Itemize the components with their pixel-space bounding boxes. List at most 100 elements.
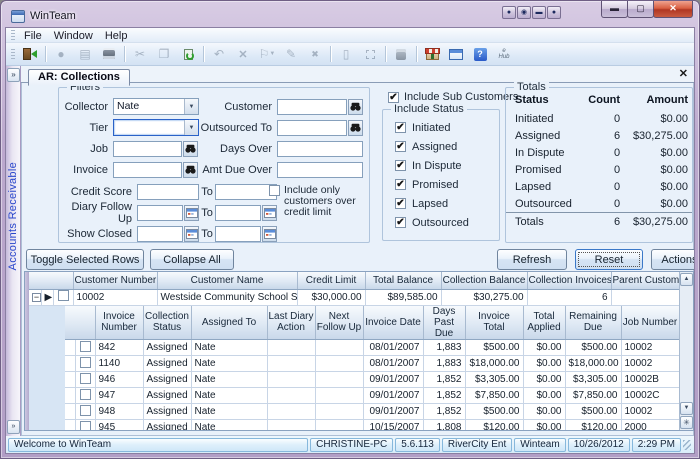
customer-col-credit-limit[interactable]: Credit Limit — [297, 272, 365, 289]
invoice-col-last-diary-action[interactable]: Last Diary Action — [267, 306, 315, 340]
invoice-cell-10[interactable]: 10002 — [621, 404, 679, 420]
exit-icon[interactable] — [19, 45, 41, 64]
customer-col-customer-number[interactable]: Customer Number — [73, 272, 157, 289]
job-lookup-button[interactable] — [183, 141, 198, 157]
collector-dropdown[interactable]: Nate ▼ — [113, 98, 199, 115]
status-checkbox-promised[interactable]: ✔ — [395, 179, 406, 190]
grid-vertical-scrollbar[interactable]: ▲ ▼ ✳ — [679, 272, 693, 430]
invoice-col-job-number[interactable]: Job Number — [621, 306, 679, 340]
invoice-col-remaining-due[interactable]: Remaining Due — [565, 306, 621, 340]
ehub-icon[interactable]: eHub — [493, 45, 515, 64]
outsourced-to-input[interactable] — [277, 120, 347, 136]
invoice-cell-8[interactable]: $0.00 — [523, 388, 565, 404]
invoice-col-invoice-date[interactable]: Invoice Date — [363, 306, 423, 340]
job-input[interactable] — [113, 141, 182, 157]
invoice-col-invoice-number[interactable]: Invoice Number — [95, 306, 143, 340]
invoice-cell-0[interactable]: 945 — [95, 420, 143, 430]
quick-button-3[interactable]: ▬ — [532, 6, 546, 19]
help-icon[interactable]: ? — [469, 45, 491, 64]
sidebar-bottom-button[interactable]: » — [7, 420, 20, 434]
status-checkbox-lapsed[interactable]: ✔ — [395, 198, 406, 209]
quick-button-4[interactable]: ● — [547, 6, 561, 19]
invoice-col-days-past-due[interactable]: Days Past Due — [423, 306, 465, 340]
invoice-cell-8[interactable]: $0.00 — [523, 372, 565, 388]
invoice-cell-0[interactable]: 1140 — [95, 356, 143, 372]
store-icon[interactable] — [421, 45, 443, 64]
chevron-down-icon[interactable]: ▼ — [184, 120, 198, 135]
invoice-cell-0[interactable]: 946 — [95, 372, 143, 388]
customer-col-customer-name[interactable]: Customer Name — [157, 272, 297, 289]
customer-col-total-balance[interactable]: Total Balance — [365, 272, 441, 289]
customer-input[interactable] — [277, 99, 347, 115]
customer-cell-0[interactable]: 10002 — [73, 289, 157, 305]
sidebar-expand-button[interactable]: » — [7, 68, 20, 82]
credit-score-to-input[interactable] — [215, 184, 277, 200]
invoice-col-invoice-total[interactable]: Invoice Total — [465, 306, 523, 340]
invoice-cell-10[interactable]: 10002B — [621, 372, 679, 388]
days-over-input[interactable] — [277, 141, 363, 157]
invoice-input[interactable] — [113, 162, 182, 178]
grid-view-icon[interactable] — [445, 45, 467, 64]
show-closed-to-input[interactable] — [215, 226, 261, 242]
diary-from-input[interactable] — [137, 205, 183, 221]
menu-window[interactable]: Window — [48, 30, 99, 42]
over-credit-limit-checkbox[interactable] — [269, 185, 280, 196]
status-checkbox-in-dispute[interactable]: ✔ — [395, 160, 406, 171]
actions-button[interactable]: Actions... — [651, 249, 695, 270]
credit-score-from-input[interactable] — [137, 184, 199, 200]
invoice-row-checkbox[interactable] — [80, 373, 91, 384]
show-closed-from-input[interactable] — [137, 226, 183, 242]
invoice-col-total-applied[interactable]: Total Applied — [523, 306, 565, 340]
diary-from-calendar-button[interactable] — [184, 205, 199, 221]
refresh-button[interactable]: Refresh — [497, 249, 567, 270]
amt-due-over-input[interactable] — [277, 162, 363, 178]
invoice-cell-10[interactable]: 10002 — [621, 356, 679, 372]
customer-col-collection-balance[interactable]: Collection Balance — [441, 272, 527, 289]
scroll-down-icon[interactable]: ▼ — [680, 402, 693, 415]
invoice-cell-8[interactable]: $0.00 — [523, 420, 565, 430]
invoice-cell-8[interactable]: $0.00 — [523, 356, 565, 372]
invoice-row-checkbox[interactable] — [80, 405, 91, 416]
show-closed-from-calendar-button[interactable] — [184, 226, 199, 242]
invoice-row-checkbox[interactable] — [80, 421, 91, 430]
customer-col-collection-invoices[interactable]: Collection Invoices — [527, 272, 611, 289]
invoice-cell-0[interactable]: 842 — [95, 340, 143, 356]
invoice-col-next-follow-up[interactable]: Next Follow Up — [315, 306, 363, 340]
print-icon[interactable] — [98, 45, 120, 64]
invoice-cell-10[interactable]: 2000 — [621, 420, 679, 430]
invoice-row-checkbox[interactable] — [80, 341, 91, 352]
invoice-col-collection-status[interactable]: Collection Status — [143, 306, 191, 340]
collapse-row-button[interactable]: − — [29, 289, 41, 305]
invoice-col-assigned-to[interactable]: Assigned To — [191, 306, 267, 340]
quick-button-2[interactable]: ◉ — [517, 6, 531, 19]
invoice-cell-8[interactable]: $0.00 — [523, 404, 565, 420]
resize-grip[interactable] — [683, 440, 691, 450]
status-checkbox-assigned[interactable]: ✔ — [395, 141, 406, 152]
reset-button[interactable]: Reset — [575, 249, 643, 270]
menu-help[interactable]: Help — [99, 30, 134, 42]
quick-button-1[interactable]: ● — [502, 6, 516, 19]
invoice-cell-0[interactable]: 948 — [95, 404, 143, 420]
server-icon[interactable] — [390, 45, 412, 64]
invoice-cell-8[interactable]: $0.00 — [523, 340, 565, 356]
chevron-down-icon[interactable]: ▼ — [184, 99, 198, 114]
diary-to-input[interactable] — [215, 205, 261, 221]
paste-icon[interactable] — [177, 45, 199, 64]
customer-lookup-button[interactable] — [348, 99, 363, 115]
status-checkbox-outsourced[interactable]: ✔ — [395, 217, 406, 228]
close-button[interactable]: ✕ — [653, 1, 693, 18]
customer-row-checkbox[interactable] — [58, 290, 69, 301]
invoice-row-checkbox[interactable] — [80, 389, 91, 400]
toggle-selected-rows-button[interactable]: Toggle Selected Rows — [26, 249, 144, 270]
tab-close-icon[interactable]: ✕ — [679, 68, 688, 80]
invoice-cell-0[interactable]: 947 — [95, 388, 143, 404]
outsourced-lookup-button[interactable] — [348, 120, 363, 136]
invoice-cell-10[interactable]: 10002C — [621, 388, 679, 404]
invoice-lookup-button[interactable] — [183, 162, 198, 178]
minimize-button[interactable]: ▬ — [601, 1, 628, 18]
invoice-row-checkbox[interactable] — [80, 357, 91, 368]
status-checkbox-initiated[interactable]: ✔ — [395, 122, 406, 133]
maximize-button[interactable]: ▢ — [627, 1, 654, 18]
tier-dropdown[interactable]: ▼ — [113, 119, 199, 136]
show-closed-to-calendar-button[interactable] — [262, 226, 277, 242]
